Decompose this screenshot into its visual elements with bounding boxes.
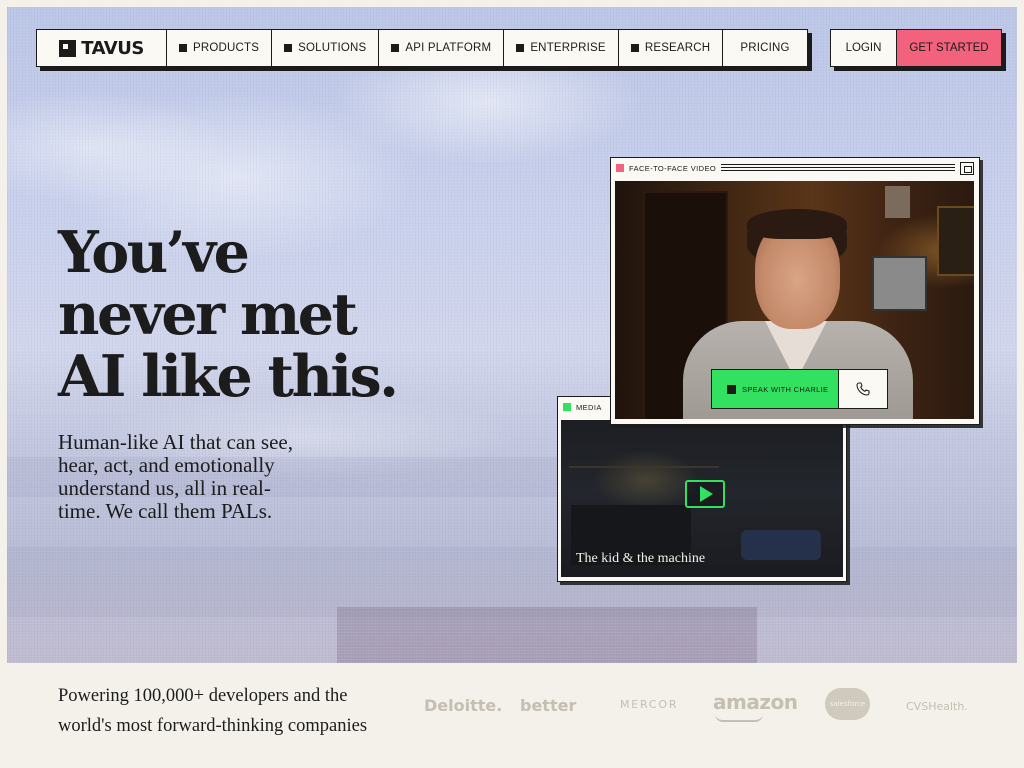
headline-line: You’ve [58, 219, 250, 286]
window-titlebar: FACE-TO-FACE VIDEO [611, 158, 979, 178]
nav-solutions[interactable]: SOLUTIONS [272, 30, 380, 66]
headline-line: AI like this. [58, 343, 399, 410]
nav-label: ENTERPRISE [530, 42, 606, 54]
get-started-button[interactable]: GET STARTED [897, 30, 1001, 66]
nav-label: RESEARCH [644, 42, 711, 54]
tavus-logo[interactable]: TAVUS [37, 30, 167, 66]
speak-with-charlie-button[interactable]: SPEAK WITH CHARLIE [712, 370, 839, 408]
amazon-smile-icon [715, 714, 763, 722]
square-icon [391, 44, 400, 52]
nav-label: PRODUCTS [193, 42, 260, 54]
media-video[interactable]: The kid & the machine [561, 420, 843, 577]
phone-icon [856, 382, 870, 396]
salesforce-logo: salesforce [825, 688, 870, 720]
square-icon [284, 44, 293, 52]
phone-button[interactable] [839, 370, 887, 408]
nav-label: SOLUTIONS [298, 42, 367, 54]
footer-tagline: Powering 100,000+ developers and the wor… [58, 686, 368, 736]
main-nav: TAVUS PRODUCTS SOLUTIONS API PLATFORM EN… [36, 29, 808, 67]
window-title: FACE-TO-FACE VIDEO [629, 163, 717, 173]
better-logo: better [520, 696, 577, 715]
nav-pricing[interactable]: PRICING [723, 30, 806, 66]
tavus-logo-icon [59, 39, 77, 57]
amazon-logo: amazon [713, 690, 798, 714]
play-icon[interactable] [685, 480, 725, 508]
pink-square-icon [616, 164, 624, 172]
square-icon [179, 44, 187, 52]
speak-label: SPEAK WITH CHARLIE [742, 384, 829, 394]
nav-products[interactable]: PRODUCTS [167, 30, 273, 66]
auth-buttons: LOGIN GET STARTED [830, 29, 1002, 67]
speak-controls: SPEAK WITH CHARLIE [711, 369, 888, 409]
square-icon [727, 384, 736, 394]
hero-headline: You’ve never met AI like this. [58, 219, 399, 410]
face-to-face-video-window: FACE-TO-FACE VIDEO SPEAK WITH CHARLIE [610, 157, 980, 425]
mercor-logo: MERCOR [620, 698, 679, 711]
logo-text: TAVUS [81, 37, 144, 59]
video-feed: SPEAK WITH CHARLIE [615, 181, 974, 419]
square-icon [516, 44, 525, 52]
nav-research[interactable]: RESEARCH [619, 30, 724, 66]
nav-enterprise[interactable]: ENTERPRISE [504, 30, 619, 66]
hero-subhead: Human-like AI that can see, hear, act, a… [58, 430, 293, 523]
square-icon [630, 44, 639, 52]
nav-api-platform[interactable]: API PLATFORM [379, 30, 505, 66]
window-expand-icon[interactable] [960, 161, 974, 175]
partner-logos: Deloitte. better MERCOR amazon salesforc… [420, 688, 990, 728]
media-caption: The kid & the machine [576, 551, 706, 566]
titlebar-stripes [721, 163, 955, 173]
nav-label: API PLATFORM [405, 42, 492, 54]
login-button[interactable]: LOGIN [831, 30, 897, 66]
nav-label: PRICING [740, 42, 790, 54]
green-square-icon [563, 403, 571, 411]
deloitte-logo: Deloitte. [424, 696, 503, 715]
cvs-health-logo: CVSHealth. [906, 700, 968, 713]
headline-line: never met [58, 281, 358, 348]
window-title: MEDIA [576, 402, 602, 412]
